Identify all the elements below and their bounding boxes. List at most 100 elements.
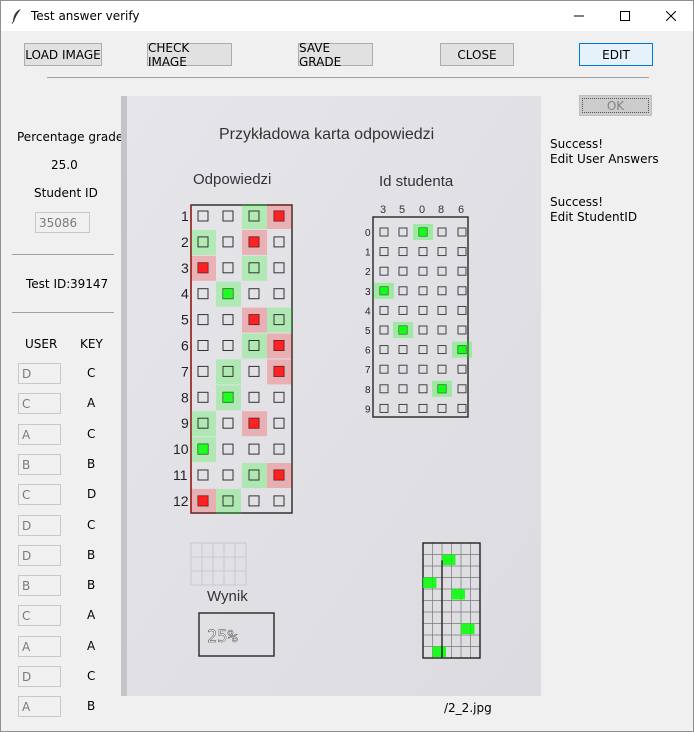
- key-answer-label: A: [87, 638, 96, 653]
- title-bar: Test answer verify: [1, 1, 693, 31]
- key-answer-label: B: [87, 578, 96, 593]
- maximize-icon: [620, 11, 630, 21]
- question-number: 8: [181, 389, 189, 405]
- question-number: 12: [173, 493, 189, 509]
- student-id-heading: Id studenta: [379, 173, 454, 190]
- correct-key-highlight: [191, 411, 216, 437]
- filled-bubble: [249, 314, 259, 325]
- toolbar-separator: [47, 77, 649, 78]
- key-answer-label: C: [87, 426, 96, 441]
- ok-button[interactable]: OK: [579, 95, 652, 116]
- filled-bubble: [198, 495, 208, 506]
- question-number: 1: [181, 208, 189, 224]
- edit-button[interactable]: EDIT: [579, 43, 653, 66]
- key-answer-label: C: [87, 669, 96, 683]
- app-window: Test answer verify LOAD IMAGE CHECK IMAG…: [0, 0, 694, 732]
- id-row-number: 6: [365, 346, 371, 357]
- user-answer-field[interactable]: D: [18, 514, 61, 536]
- key-answer-label: B: [87, 699, 96, 714]
- filled-bubble: [274, 470, 284, 480]
- maximize-button[interactable]: [602, 1, 648, 31]
- question-number: 5: [181, 312, 189, 328]
- save-grade-button[interactable]: SAVE GRADE: [298, 41, 373, 69]
- correct-key-highlight: [191, 229, 216, 255]
- user-answer-field[interactable]: C: [18, 605, 61, 627]
- code-mark: [442, 554, 456, 565]
- key-answer-label: D: [87, 487, 97, 502]
- user-column-header: USER: [25, 337, 58, 351]
- question-number: 4: [181, 286, 189, 302]
- file-name-label: /2_2.jpg: [444, 701, 492, 715]
- message-2-text: Edit StudentID: [550, 210, 638, 224]
- filled-bubble: [249, 236, 259, 247]
- score-label: Wynik: [207, 588, 248, 605]
- id-row-number: 2: [365, 267, 371, 278]
- key-answer-label: B: [87, 547, 96, 562]
- code-mark: [423, 577, 437, 588]
- check-image-button[interactable]: CHECK IMAGE: [147, 41, 232, 69]
- user-answer-field[interactable]: D: [18, 544, 61, 566]
- user-answer-field[interactable]: A: [18, 423, 61, 445]
- test-id-label: Test ID:: [26, 277, 71, 291]
- user-answer-field[interactable]: D: [18, 363, 61, 384]
- question-number: 2: [181, 234, 189, 250]
- id-digit-header: 3: [380, 204, 386, 216]
- filled-bubble: [274, 366, 284, 377]
- score-value: 25%: [207, 627, 238, 647]
- question-number: 11: [173, 467, 188, 483]
- correct-key-highlight: [242, 333, 267, 359]
- user-answer-field[interactable]: A: [18, 696, 61, 718]
- scanned-answer-sheet: Przykładowa karta odpowiedzi Odpowiedzi …: [121, 96, 541, 696]
- user-answer-field[interactable]: A: [18, 635, 61, 657]
- question-number: 9: [181, 415, 189, 431]
- user-answer-field[interactable]: C: [18, 393, 61, 415]
- close-button[interactable]: CLOSE: [440, 43, 514, 66]
- message-1-title: Success!: [550, 137, 604, 151]
- correct-key-highlight: [267, 307, 292, 333]
- message-1-text: Edit User Answers: [550, 152, 659, 166]
- key-answer-label: C: [87, 517, 96, 532]
- id-filled-bubble: [419, 228, 427, 236]
- id-digit-header: 6: [458, 204, 464, 216]
- window-title: Test answer verify: [31, 9, 140, 23]
- key-answer-label: A: [87, 396, 96, 411]
- filled-bubble: [274, 211, 284, 221]
- minimize-icon: [574, 15, 584, 17]
- close-window-button[interactable]: [648, 1, 694, 31]
- id-row-number: 4: [365, 306, 371, 317]
- key-column-header: KEY: [80, 337, 103, 351]
- question-number: 3: [181, 260, 189, 276]
- filled-bubble: [198, 444, 208, 455]
- question-number: 6: [181, 338, 189, 354]
- id-row-number: 1: [365, 248, 371, 259]
- user-answer-field[interactable]: B: [18, 575, 61, 597]
- filled-bubble: [249, 418, 259, 429]
- id-digit-header: 8: [438, 204, 444, 216]
- filled-bubble: [223, 288, 233, 299]
- id-row-number: 8: [365, 385, 371, 396]
- sheet-title: Przykładowa karta odpowiedzi: [219, 126, 434, 143]
- feather-icon: [11, 9, 21, 24]
- student-id-field[interactable]: 35086: [35, 212, 90, 233]
- id-filled-bubble: [399, 326, 407, 334]
- question-number: 7: [181, 363, 189, 379]
- minimize-button[interactable]: [556, 1, 602, 31]
- id-row-number: 7: [365, 365, 371, 376]
- filled-bubble: [198, 262, 208, 273]
- key-answer-label: C: [87, 366, 96, 380]
- code-mark: [461, 623, 475, 634]
- user-answer-field[interactable]: D: [18, 666, 61, 687]
- id-row-number: 9: [365, 404, 371, 415]
- id-filled-bubble: [438, 384, 446, 393]
- id-filled-bubble: [458, 345, 466, 354]
- correct-key-highlight: [216, 488, 241, 514]
- message-2-title: Success!: [550, 195, 604, 209]
- id-row-number: 5: [365, 326, 371, 337]
- user-answer-field[interactable]: C: [18, 484, 61, 506]
- id-digit-header: 0: [419, 204, 425, 216]
- load-image-button[interactable]: LOAD IMAGE: [24, 43, 102, 66]
- key-answer-label: B: [87, 456, 96, 471]
- test-id-value: 39147: [70, 277, 109, 291]
- percentage-grade-label: Percentage grade: [17, 130, 124, 144]
- user-answer-field[interactable]: B: [18, 453, 61, 475]
